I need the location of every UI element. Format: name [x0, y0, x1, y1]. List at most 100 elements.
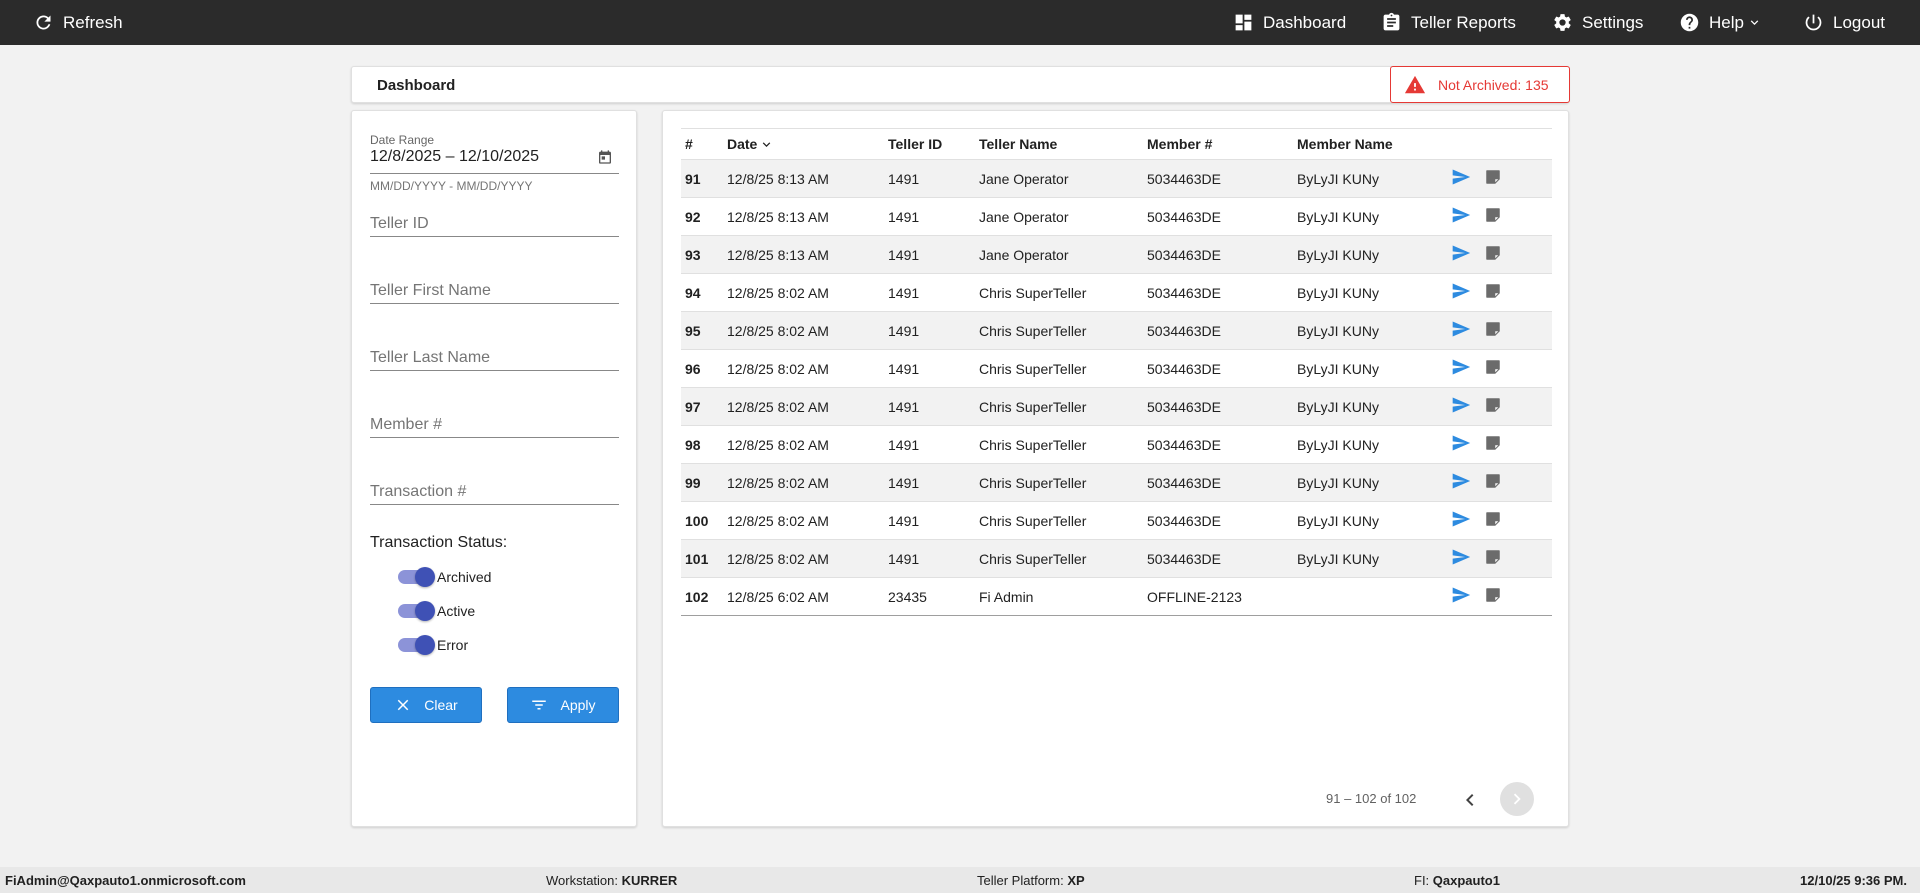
- toggle-archived[interactable]: Archived: [398, 566, 491, 588]
- note-icon[interactable]: [1484, 206, 1502, 224]
- col-header-member-name[interactable]: Member Name: [1297, 129, 1437, 160]
- note-icon[interactable]: [1484, 510, 1502, 528]
- teller-id-input[interactable]: [370, 207, 619, 237]
- cell-teller-name: Jane Operator: [979, 170, 1069, 187]
- date-range-input[interactable]: 12/8/2025 – 12/10/2025: [370, 148, 539, 166]
- chevron-left-icon[interactable]: [1458, 788, 1482, 812]
- table-row[interactable]: 102 12/8/25 6:02 AM 23435 Fi Admin OFFLINE-2…: [681, 578, 1552, 616]
- not-archived-badge[interactable]: Not Archived: 135: [1390, 66, 1570, 103]
- col-header-actions: [1437, 129, 1552, 160]
- toggle-active[interactable]: Active: [398, 600, 475, 622]
- cell-actions: [1437, 198, 1552, 236]
- cell-teller-name: Fi Admin: [979, 588, 1034, 605]
- toggle-error[interactable]: Error: [398, 634, 468, 656]
- note-icon[interactable]: [1484, 434, 1502, 452]
- teller-first-name-input[interactable]: [370, 274, 619, 304]
- cell-date: 12/8/25 8:02 AM: [727, 436, 829, 453]
- send-icon[interactable]: [1451, 547, 1471, 567]
- col-header-teller-name[interactable]: Teller Name: [979, 129, 1147, 160]
- cell-member-number: 5034463DE: [1147, 322, 1221, 339]
- note-icon[interactable]: [1484, 586, 1502, 604]
- table-row[interactable]: 91 12/8/25 8:13 AM 1491 Jane Operator 503446…: [681, 159, 1552, 198]
- calendar-icon[interactable]: [597, 149, 613, 165]
- transactions-table: # Date Teller ID Teller Name Member # Me…: [681, 128, 1552, 616]
- nav-logout[interactable]: Logout: [1803, 0, 1885, 45]
- col-header-teller-id[interactable]: Teller ID: [888, 129, 979, 160]
- refresh-label: Refresh: [63, 12, 123, 32]
- send-icon[interactable]: [1451, 281, 1471, 301]
- table-row[interactable]: 100 12/8/25 8:02 AM 1491 Chris SuperTeller 5…: [681, 502, 1552, 540]
- nav-settings[interactable]: Settings: [1552, 0, 1643, 45]
- cell-member-number: OFFLINE-2123: [1147, 588, 1242, 605]
- toggle-switch[interactable]: [398, 601, 435, 621]
- nav-dashboard-label: Dashboard: [1263, 12, 1347, 32]
- table-row[interactable]: 92 12/8/25 8:13 AM 1491 Jane Operator 503446…: [681, 198, 1552, 236]
- refresh-button[interactable]: Refresh: [33, 0, 123, 45]
- toggle-archived-label: Archived: [437, 569, 492, 585]
- cell-member-name: ByLyJI KUNy: [1297, 208, 1379, 225]
- col-header-date[interactable]: Date: [727, 129, 888, 160]
- cell-date: 12/8/25 8:02 AM: [727, 550, 829, 567]
- cell-member-number: 5034463DE: [1147, 170, 1221, 187]
- table-row[interactable]: 97 12/8/25 8:02 AM 1491 Chris SuperTeller 50…: [681, 387, 1552, 426]
- member-input[interactable]: [370, 408, 619, 438]
- table-row[interactable]: 95 12/8/25 8:02 AM 1491 Chris SuperTeller 50…: [681, 311, 1552, 350]
- toggle-switch[interactable]: [398, 567, 435, 587]
- send-icon[interactable]: [1451, 357, 1471, 377]
- table-row[interactable]: 94 12/8/25 8:02 AM 1491 Chris SuperTeller 50…: [681, 274, 1552, 312]
- send-icon[interactable]: [1451, 509, 1471, 529]
- table-row[interactable]: 96 12/8/25 8:02 AM 1491 Chris SuperTeller 50…: [681, 350, 1552, 388]
- nav-dashboard[interactable]: Dashboard: [1233, 0, 1346, 45]
- note-icon[interactable]: [1484, 396, 1502, 414]
- cell-actions: [1437, 312, 1552, 350]
- send-icon[interactable]: [1451, 395, 1471, 415]
- toggle-knob: [415, 567, 435, 587]
- send-icon[interactable]: [1451, 205, 1471, 225]
- apply-button[interactable]: Apply: [507, 687, 619, 723]
- dashboard-icon: [1235, 14, 1252, 31]
- cell-date: 12/8/25 8:02 AM: [727, 398, 829, 415]
- send-icon[interactable]: [1451, 433, 1471, 453]
- note-icon[interactable]: [1484, 244, 1502, 262]
- cell-teller-name: Chris SuperTeller: [979, 512, 1087, 529]
- note-icon[interactable]: [1484, 282, 1502, 300]
- table-row[interactable]: 99 12/8/25 8:02 AM 1491 Chris SuperTeller 50…: [681, 463, 1552, 502]
- note-icon[interactable]: [1484, 358, 1502, 376]
- power-icon: [1805, 14, 1822, 31]
- cell-number: 101: [685, 550, 709, 567]
- note-icon[interactable]: [1484, 472, 1502, 490]
- table-row[interactable]: 93 12/8/25 8:13 AM 1491 Jane Operator 503446…: [681, 235, 1552, 274]
- note-icon[interactable]: [1484, 548, 1502, 566]
- cell-actions: [1437, 388, 1552, 426]
- cell-member-name: ByLyJI KUNy: [1297, 170, 1379, 187]
- cell-date: 12/8/25 8:02 AM: [727, 512, 829, 529]
- cell-member-name: ByLyJI KUNy: [1297, 398, 1379, 415]
- send-icon[interactable]: [1451, 585, 1471, 605]
- send-icon[interactable]: [1451, 319, 1471, 339]
- transaction-input[interactable]: [370, 475, 619, 505]
- cell-teller-name: Jane Operator: [979, 246, 1069, 263]
- cell-teller-id: 1491: [888, 512, 920, 529]
- col-header-member-number[interactable]: Member #: [1147, 129, 1297, 160]
- send-icon[interactable]: [1451, 167, 1471, 187]
- cell-teller-id: 1491: [888, 170, 920, 187]
- send-icon[interactable]: [1451, 471, 1471, 491]
- toggle-switch[interactable]: [398, 635, 435, 655]
- send-icon[interactable]: [1451, 243, 1471, 263]
- apply-label: Apply: [560, 697, 596, 713]
- note-icon[interactable]: [1484, 320, 1502, 338]
- table-row[interactable]: 98 12/8/25 8:02 AM 1491 Chris SuperTeller 50…: [681, 426, 1552, 464]
- next-page-button[interactable]: [1500, 782, 1534, 816]
- filter-icon: [532, 700, 547, 710]
- note-icon[interactable]: [1484, 168, 1502, 186]
- nav-help[interactable]: Help: [1679, 0, 1762, 45]
- cell-member-number: 5034463DE: [1147, 436, 1221, 453]
- teller-last-name-input[interactable]: [370, 341, 619, 371]
- nav-teller-reports[interactable]: Teller Reports: [1381, 0, 1516, 45]
- table-row[interactable]: 101 12/8/25 8:02 AM 1491 Chris SuperTeller 5…: [681, 539, 1552, 578]
- cell-date: 12/8/25 8:02 AM: [727, 360, 829, 377]
- clear-button[interactable]: Clear: [370, 687, 482, 723]
- cell-date: 12/8/25 8:13 AM: [727, 208, 829, 225]
- cell-actions: [1437, 578, 1552, 616]
- cell-teller-name: Chris SuperTeller: [979, 474, 1087, 491]
